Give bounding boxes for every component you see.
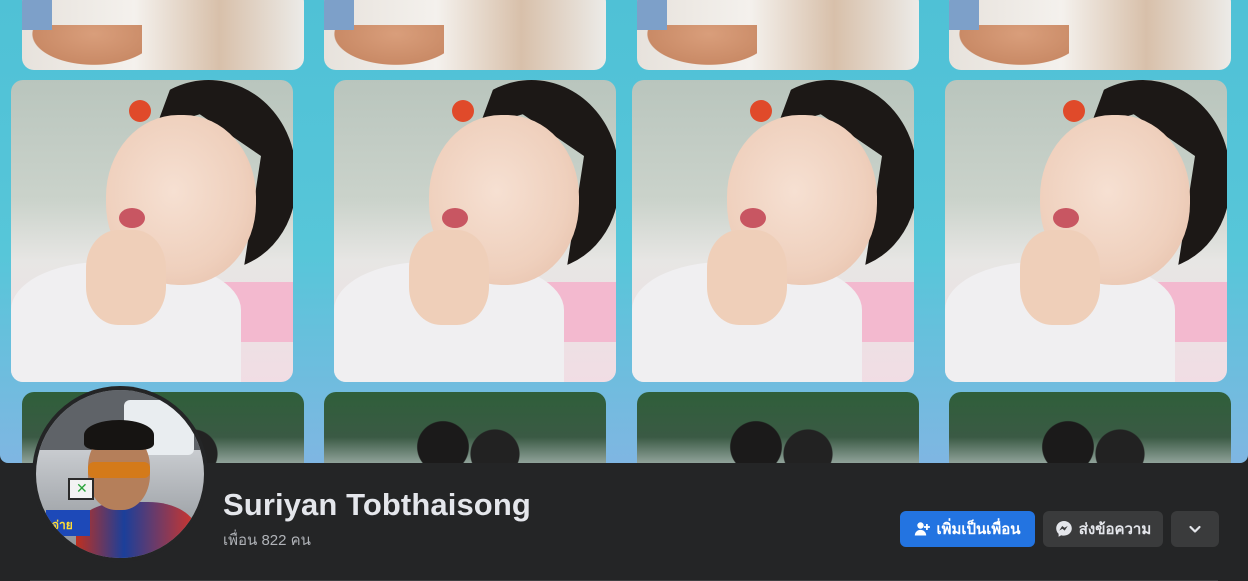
friends-count-link[interactable]: เพื่อน 822 คน — [223, 528, 311, 552]
chevron-down-icon — [1188, 522, 1202, 536]
profile-picture[interactable]: จ่าย — [32, 386, 208, 562]
add-friend-icon — [914, 521, 931, 537]
message-label: ส่งข้อความ — [1078, 521, 1152, 538]
message-button[interactable]: ส่งข้อความ — [1043, 511, 1163, 547]
cover-collage-tile — [324, 0, 606, 70]
cover-collage-tile — [632, 80, 914, 382]
add-friend-button[interactable]: เพิ่มเป็นเพื่อน — [900, 511, 1035, 547]
add-friend-label: เพิ่มเป็นเพื่อน — [936, 521, 1021, 538]
messenger-icon — [1055, 520, 1073, 538]
more-options-button[interactable] — [1171, 511, 1219, 547]
avatar: จ่าย — [36, 390, 204, 558]
cover-collage-tile — [637, 392, 919, 463]
cover-collage-tile — [949, 0, 1231, 70]
cover-collage-tile — [334, 80, 616, 382]
cover-collage-tile — [11, 80, 293, 382]
avatar-badge-text: จ่าย — [52, 518, 73, 532]
cover-collage-tile — [949, 392, 1231, 463]
cover-collage-tile — [22, 0, 304, 70]
cover-collage-tile — [945, 80, 1227, 382]
logo-icon — [68, 478, 94, 500]
cover-collage-tile — [324, 392, 606, 463]
profile-name: Suriyan Tobthaisong — [223, 487, 531, 522]
cover-collage-tile — [637, 0, 919, 70]
